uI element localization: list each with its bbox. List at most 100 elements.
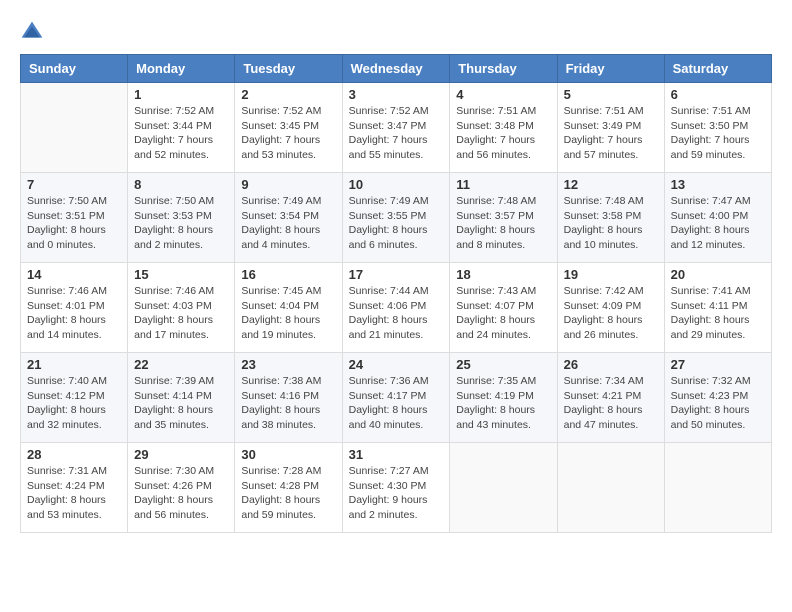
day-info: Sunrise: 7:52 AMSunset: 3:47 PMDaylight:… — [349, 104, 444, 163]
day-info: Sunrise: 7:52 AMSunset: 3:45 PMDaylight:… — [241, 104, 335, 163]
logo — [20, 20, 48, 44]
calendar-cell: 11 Sunrise: 7:48 AMSunset: 3:57 PMDayligh… — [450, 173, 557, 263]
day-info: Sunrise: 7:43 AMSunset: 4:07 PMDaylight:… — [456, 284, 550, 343]
calendar-cell — [664, 443, 771, 533]
calendar-cell: 30Sunrise: 7:28 AMSunset: 4:28 PMDayligh… — [235, 443, 342, 533]
day-number: 27 — [671, 357, 765, 372]
day-number: 28 — [27, 447, 121, 462]
calendar-cell: 28 Sunrise: 7:31 AMSunset: 4:24 PMDayligh… — [21, 443, 128, 533]
calendar-body: 1 Sunrise: 7:52 AMSunset: 3:44 PMDaylight… — [21, 83, 772, 533]
day-info: Sunrise: 7:27 AMSunset: 4:30 PMDaylight:… — [349, 464, 444, 523]
day-number: 4 — [456, 87, 550, 102]
calendar-cell: 2 Sunrise: 7:52 AMSunset: 3:45 PMDaylight… — [235, 83, 342, 173]
calendar-cell: 3 Sunrise: 7:52 AMSunset: 3:47 PMDaylight… — [342, 83, 450, 173]
day-number: 31 — [349, 447, 444, 462]
header — [20, 20, 772, 44]
calendar-week-row: 28 Sunrise: 7:31 AMSunset: 4:24 PMDayligh… — [21, 443, 772, 533]
calendar-cell: 19 Sunrise: 7:42 AMSunset: 4:09 PMDayligh… — [557, 263, 664, 353]
calendar-cell: 22 Sunrise: 7:39 AMSunset: 4:14 PMDayligh… — [128, 353, 235, 443]
day-info: Sunrise: 7:47 AMSunset: 4:00 PMDaylight:… — [671, 194, 765, 253]
calendar-cell: 15 Sunrise: 7:46 AMSunset: 4:03 PMDayligh… — [128, 263, 235, 353]
day-number: 15 — [134, 267, 228, 282]
day-number: 23 — [241, 357, 335, 372]
weekday-header: Sunday — [21, 55, 128, 83]
calendar-week-row: 21Sunrise: 7:40 AMSunset: 4:12 PMDayligh… — [21, 353, 772, 443]
day-number: 24 — [349, 357, 444, 372]
calendar-cell: 4 Sunrise: 7:51 AMSunset: 3:48 PMDaylight… — [450, 83, 557, 173]
day-info: Sunrise: 7:50 AMSunset: 3:51 PMDaylight:… — [27, 194, 121, 253]
day-info: Sunrise: 7:38 AMSunset: 4:16 PMDaylight:… — [241, 374, 335, 433]
calendar-cell: 10 Sunrise: 7:49 AMSunset: 3:55 PMDayligh… — [342, 173, 450, 263]
calendar: SundayMondayTuesdayWednesdayThursdayFrid… — [20, 54, 772, 533]
calendar-cell: 21Sunrise: 7:40 AMSunset: 4:12 PMDayligh… — [21, 353, 128, 443]
day-number: 8 — [134, 177, 228, 192]
day-info: Sunrise: 7:32 AMSunset: 4:23 PMDaylight:… — [671, 374, 765, 433]
day-number: 19 — [564, 267, 658, 282]
day-number: 22 — [134, 357, 228, 372]
calendar-cell: 20 Sunrise: 7:41 AMSunset: 4:11 PMDayligh… — [664, 263, 771, 353]
weekday-header: Friday — [557, 55, 664, 83]
calendar-cell: 29 Sunrise: 7:30 AMSunset: 4:26 PMDayligh… — [128, 443, 235, 533]
day-number: 26 — [564, 357, 658, 372]
day-info: Sunrise: 7:40 AMSunset: 4:12 PMDaylight:… — [27, 374, 121, 433]
day-number: 11 — [456, 177, 550, 192]
weekday-header: Monday — [128, 55, 235, 83]
day-info: Sunrise: 7:30 AMSunset: 4:26 PMDaylight:… — [134, 464, 228, 523]
day-number: 14 — [27, 267, 121, 282]
day-info: Sunrise: 7:49 AMSunset: 3:54 PMDaylight:… — [241, 194, 335, 253]
logo-icon — [20, 20, 44, 44]
day-number: 25 — [456, 357, 550, 372]
weekday-header: Saturday — [664, 55, 771, 83]
calendar-cell — [21, 83, 128, 173]
day-number: 17 — [349, 267, 444, 282]
day-info: Sunrise: 7:52 AMSunset: 3:44 PMDaylight:… — [134, 104, 228, 163]
day-info: Sunrise: 7:28 AMSunset: 4:28 PMDaylight:… — [241, 464, 335, 523]
day-number: 7 — [27, 177, 121, 192]
calendar-cell: 7 Sunrise: 7:50 AMSunset: 3:51 PMDaylight… — [21, 173, 128, 263]
calendar-cell: 25 Sunrise: 7:35 AMSunset: 4:19 PMDayligh… — [450, 353, 557, 443]
day-info: Sunrise: 7:39 AMSunset: 4:14 PMDaylight:… — [134, 374, 228, 433]
calendar-cell: 9Sunrise: 7:49 AMSunset: 3:54 PMDaylight… — [235, 173, 342, 263]
calendar-cell: 8Sunrise: 7:50 AMSunset: 3:53 PMDaylight… — [128, 173, 235, 263]
day-info: Sunrise: 7:35 AMSunset: 4:19 PMDaylight:… — [456, 374, 550, 433]
day-number: 3 — [349, 87, 444, 102]
calendar-cell: 16 Sunrise: 7:45 AMSunset: 4:04 PMDayligh… — [235, 263, 342, 353]
calendar-cell — [557, 443, 664, 533]
calendar-cell — [450, 443, 557, 533]
weekday-header: Wednesday — [342, 55, 450, 83]
day-number: 16 — [241, 267, 335, 282]
day-number: 5 — [564, 87, 658, 102]
day-number: 1 — [134, 87, 228, 102]
day-info: Sunrise: 7:31 AMSunset: 4:24 PMDaylight:… — [27, 464, 121, 523]
day-info: Sunrise: 7:46 AMSunset: 4:01 PMDaylight:… — [27, 284, 121, 343]
calendar-cell: 1 Sunrise: 7:52 AMSunset: 3:44 PMDaylight… — [128, 83, 235, 173]
day-number: 18 — [456, 267, 550, 282]
weekday-header: Tuesday — [235, 55, 342, 83]
calendar-week-row: 14 Sunrise: 7:46 AMSunset: 4:01 PMDayligh… — [21, 263, 772, 353]
calendar-cell: 14 Sunrise: 7:46 AMSunset: 4:01 PMDayligh… — [21, 263, 128, 353]
day-info: Sunrise: 7:42 AMSunset: 4:09 PMDaylight:… — [564, 284, 658, 343]
day-number: 20 — [671, 267, 765, 282]
day-info: Sunrise: 7:46 AMSunset: 4:03 PMDaylight:… — [134, 284, 228, 343]
day-info: Sunrise: 7:49 AMSunset: 3:55 PMDaylight:… — [349, 194, 444, 253]
day-number: 10 — [349, 177, 444, 192]
day-number: 29 — [134, 447, 228, 462]
calendar-cell: 24 Sunrise: 7:36 AMSunset: 4:17 PMDayligh… — [342, 353, 450, 443]
day-info: Sunrise: 7:48 AMSunset: 3:57 PMDaylight:… — [456, 194, 550, 253]
calendar-cell: 31 Sunrise: 7:27 AMSunset: 4:30 PMDayligh… — [342, 443, 450, 533]
calendar-cell: 27 Sunrise: 7:32 AMSunset: 4:23 PMDayligh… — [664, 353, 771, 443]
day-info: Sunrise: 7:41 AMSunset: 4:11 PMDaylight:… — [671, 284, 765, 343]
day-info: Sunrise: 7:36 AMSunset: 4:17 PMDaylight:… — [349, 374, 444, 433]
calendar-cell: 5 Sunrise: 7:51 AMSunset: 3:49 PMDaylight… — [557, 83, 664, 173]
day-info: Sunrise: 7:51 AMSunset: 3:49 PMDaylight:… — [564, 104, 658, 163]
day-info: Sunrise: 7:48 AMSunset: 3:58 PMDaylight:… — [564, 194, 658, 253]
day-info: Sunrise: 7:51 AMSunset: 3:48 PMDaylight:… — [456, 104, 550, 163]
day-number: 6 — [671, 87, 765, 102]
day-info: Sunrise: 7:45 AMSunset: 4:04 PMDaylight:… — [241, 284, 335, 343]
day-number: 2 — [241, 87, 335, 102]
calendar-cell: 17Sunrise: 7:44 AMSunset: 4:06 PMDayligh… — [342, 263, 450, 353]
day-info: Sunrise: 7:51 AMSunset: 3:50 PMDaylight:… — [671, 104, 765, 163]
calendar-cell: 26Sunrise: 7:34 AMSunset: 4:21 PMDayligh… — [557, 353, 664, 443]
day-number: 13 — [671, 177, 765, 192]
calendar-cell: 6 Sunrise: 7:51 AMSunset: 3:50 PMDaylight… — [664, 83, 771, 173]
